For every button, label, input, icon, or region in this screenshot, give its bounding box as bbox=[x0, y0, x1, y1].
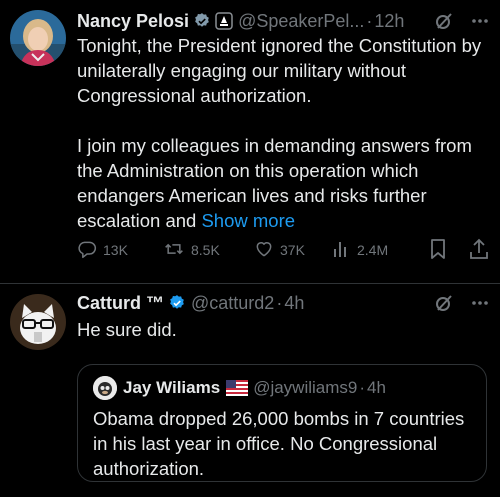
share-button[interactable] bbox=[469, 238, 489, 263]
repost-count: 8.5K bbox=[191, 242, 220, 258]
bookmark-icon bbox=[428, 238, 448, 263]
views-count: 2.4M bbox=[357, 242, 389, 258]
separator-dot: · bbox=[359, 378, 366, 397]
grok-icon[interactable] bbox=[434, 11, 454, 31]
timeline-feed: Nancy Pelosi @SpeakerPel... · 12h Tonigh… bbox=[0, 0, 500, 497]
tweet-text: He sure did. bbox=[77, 319, 177, 340]
timestamp[interactable]: 12h bbox=[374, 11, 404, 32]
verified-badge-icon[interactable] bbox=[168, 294, 186, 312]
verified-badge-icon[interactable] bbox=[193, 12, 211, 30]
tweet[interactable]: Nancy Pelosi @SpeakerPel... · 12h Tonigh… bbox=[0, 0, 500, 283]
grok-icon[interactable] bbox=[434, 293, 454, 313]
like-icon bbox=[254, 239, 274, 262]
share-icon bbox=[469, 238, 489, 263]
quote-author-name[interactable]: Jay Wiliams bbox=[123, 378, 220, 398]
author-handle[interactable]: @catturd2 bbox=[191, 293, 274, 314]
views-icon bbox=[331, 239, 351, 262]
tweet-paragraph: I join my colleagues in demanding answer… bbox=[77, 133, 490, 233]
reply-count: 13K bbox=[103, 242, 128, 258]
us-flag-icon bbox=[226, 380, 249, 396]
more-icon[interactable] bbox=[470, 293, 490, 313]
reply-icon bbox=[77, 239, 97, 262]
bookmark-button[interactable] bbox=[428, 238, 448, 263]
separator-dot: · bbox=[366, 10, 373, 31]
avatar[interactable] bbox=[93, 376, 117, 400]
author-name[interactable]: Nancy Pelosi bbox=[77, 11, 189, 32]
quote-author-handle[interactable]: @jaywiliams9 bbox=[253, 378, 357, 398]
avatar[interactable] bbox=[10, 294, 66, 350]
like-button[interactable]: 37K bbox=[254, 239, 305, 262]
tweet-header: Catturd ™ @catturd2 · 4h bbox=[77, 290, 490, 316]
like-count: 37K bbox=[280, 242, 305, 258]
tweet-header: Nancy Pelosi @SpeakerPel... · 12h bbox=[77, 8, 490, 34]
timestamp[interactable]: 4h bbox=[284, 293, 304, 314]
tweet-text: Tonight, the President ignored the Const… bbox=[77, 33, 490, 233]
tweet[interactable]: Catturd ™ @catturd2 · 4h He sure did. Ja… bbox=[0, 284, 500, 497]
quote-text: Obama dropped 26,000 bombs in 7 countrie… bbox=[93, 408, 465, 479]
author-handle[interactable]: @SpeakerPel... bbox=[238, 11, 364, 32]
author-name[interactable]: Catturd ™ bbox=[77, 293, 164, 314]
tweet-paragraph: Tonight, the President ignored the Const… bbox=[77, 35, 482, 106]
quote-timestamp[interactable]: 4h bbox=[367, 378, 386, 398]
repost-icon bbox=[163, 239, 185, 262]
show-more-link[interactable]: Show more bbox=[201, 210, 295, 231]
more-icon[interactable] bbox=[470, 11, 490, 31]
quoted-tweet[interactable]: Jay Wiliams @jaywiliams9 · 4h Obama drop… bbox=[77, 364, 487, 482]
avatar[interactable] bbox=[10, 10, 66, 66]
tweet-actions: 13K 8.5K 37K 2.4M bbox=[77, 236, 490, 264]
reply-button[interactable]: 13K bbox=[77, 239, 128, 262]
repost-button[interactable]: 8.5K bbox=[163, 239, 220, 262]
government-label-icon[interactable] bbox=[215, 12, 233, 30]
quote-header: Jay Wiliams @jaywiliams9 · 4h bbox=[93, 375, 386, 401]
separator-dot: · bbox=[276, 292, 283, 313]
views-button[interactable]: 2.4M bbox=[331, 239, 388, 262]
